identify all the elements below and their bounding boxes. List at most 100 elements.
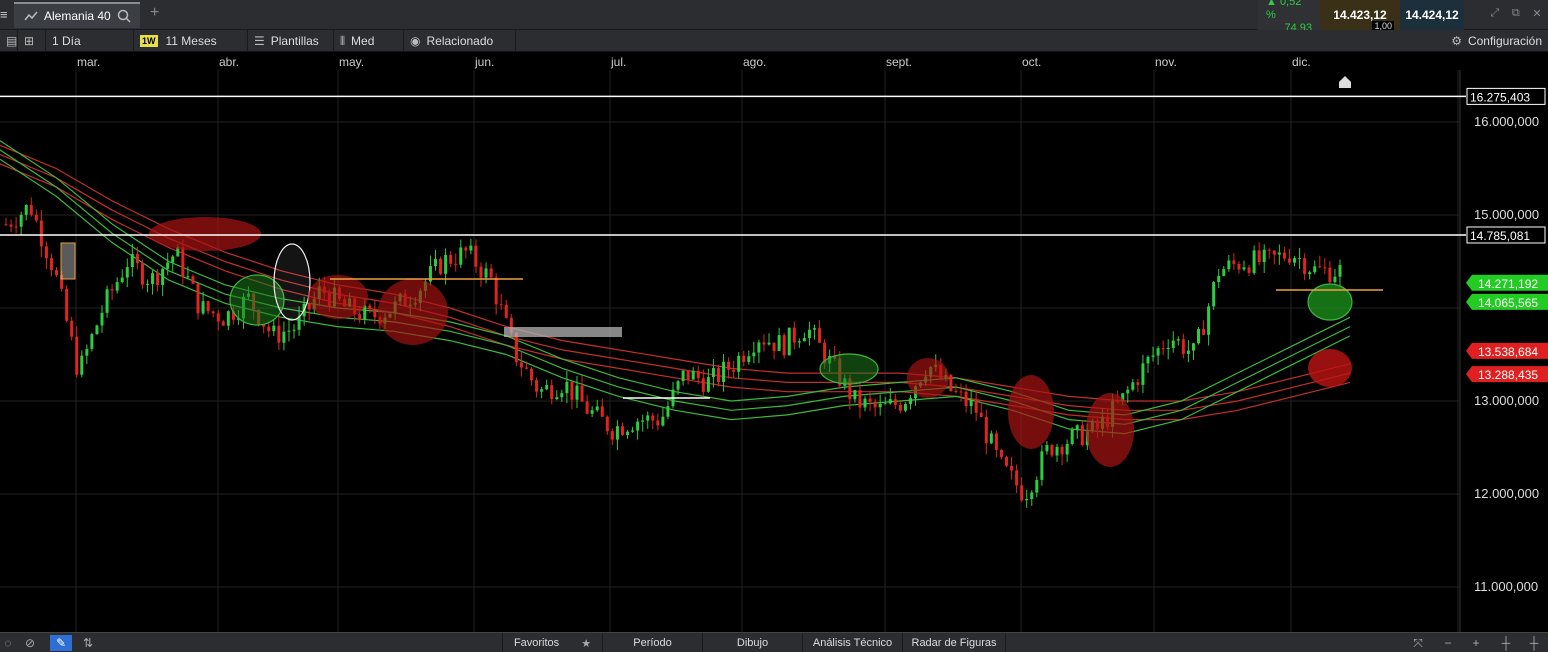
sell-price: 14.423,12 [1333, 8, 1387, 22]
settings-button[interactable]: ⚙ Configuración [1451, 30, 1542, 52]
green-zone-ellipse[interactable] [819, 353, 879, 385]
candle-body [641, 420, 645, 422]
candle-body [615, 426, 619, 440]
buy-price-button[interactable]: 14.424,12 [1400, 0, 1464, 30]
month-label-7: oct. [1022, 55, 1041, 69]
candle-body [4, 224, 8, 226]
candle-body [600, 406, 604, 417]
price-tag-label-2: 13.538,684 [1478, 345, 1538, 359]
candle-body [115, 282, 119, 291]
favorites-tab[interactable]: Favoritos ★ [502, 633, 602, 652]
period-tab[interactable]: Período [602, 633, 702, 652]
technical-analysis-tab[interactable]: Análisis Técnico [802, 633, 902, 652]
candle-body [444, 254, 448, 274]
chart-canvas[interactable]: mar. abr. may. jun. jul. ago. sept. oct. nov. dic… [0, 52, 1548, 632]
search-icon[interactable] [117, 9, 131, 23]
red-zone-ellipse[interactable] [907, 358, 949, 398]
candle-body [1166, 347, 1170, 350]
candle-body [565, 381, 569, 394]
candle-body [590, 410, 594, 414]
candle-body [514, 332, 518, 363]
candle-body [893, 399, 897, 405]
candle-body [105, 289, 109, 313]
candle-body [1030, 492, 1034, 499]
close-icon[interactable]: ✕ [1532, 7, 1541, 23]
zoom-out-icon[interactable]: − [1440, 635, 1456, 651]
candle-body [1065, 443, 1069, 455]
related-button[interactable]: ◉ Relacionado [404, 30, 516, 52]
white-zone-ellipse[interactable] [273, 243, 311, 321]
pattern-radar-tab[interactable]: Radar de Figuras [902, 633, 1006, 652]
candle-body [979, 412, 983, 417]
add-tab-button[interactable]: + [150, 4, 159, 22]
crosshair-alt-icon[interactable]: ┼ [1526, 635, 1542, 651]
candle-body [1191, 343, 1195, 351]
candle-body [1171, 340, 1175, 348]
candle-body [595, 406, 599, 411]
candle-body [691, 370, 695, 380]
candle-body [636, 421, 640, 431]
candle-body [722, 361, 726, 382]
candle-body [661, 416, 665, 426]
range-select[interactable]: 1W 11 Meses [134, 30, 248, 52]
crosshair-icon[interactable]: ┼ [1498, 635, 1514, 651]
red-zone-ellipse[interactable] [1308, 349, 1352, 387]
pen-icon[interactable]: ✎ [50, 635, 72, 651]
candle-body [524, 367, 528, 369]
fit-icon[interactable]: ⤧ [1410, 635, 1426, 651]
red-zone-ellipse[interactable] [149, 217, 261, 251]
candle-body [530, 368, 534, 381]
red-zone-ellipse[interactable] [1086, 393, 1134, 467]
candle-body [858, 390, 862, 408]
green-moving-average-2 [0, 158, 1351, 435]
highlight-box[interactable] [60, 242, 76, 280]
candle-body [716, 368, 720, 382]
home-marker-icon[interactable] [1339, 76, 1351, 88]
candle-body [196, 283, 200, 314]
sort-icon[interactable]: ⇅ [80, 635, 96, 651]
candle-body [1293, 258, 1297, 263]
gray-zone-box[interactable] [504, 327, 622, 337]
instrument-tab[interactable]: Alemania 40 [14, 2, 140, 28]
candle-body [560, 393, 564, 398]
candle-body [651, 415, 655, 421]
sell-price-button[interactable]: 14.423,12 1,00 [1320, 0, 1400, 31]
candle-body [1247, 267, 1251, 273]
candle-body [1318, 266, 1322, 268]
layout-grid-icon[interactable]: ⊞ [18, 30, 46, 52]
popout-icon[interactable]: ⧉ [1512, 7, 1520, 23]
red-zone-ellipse[interactable] [378, 279, 448, 345]
expand-icon[interactable]: ⤢ [1490, 7, 1499, 23]
price-chart[interactable]: mar. abr. may. jun. jul. ago. sept. oct. nov. dic… [0, 52, 1548, 632]
bottom-bar: ◌ ⊘ ✎ ⇅ Favoritos ★ Período Dibujo Análi… [0, 632, 1548, 652]
y-tick-label-2: 13.000,000 [1474, 393, 1539, 408]
layout-list-icon[interactable]: ▤ [0, 30, 18, 52]
candle-body [1080, 425, 1084, 446]
candle-body [1020, 485, 1024, 501]
interval-select[interactable]: 1 Día [46, 30, 134, 52]
candle-body [166, 262, 170, 269]
candle-body [1186, 350, 1190, 354]
candle-body [898, 404, 902, 411]
y-tick-label-4: 11.000,000 [1474, 579, 1538, 594]
refresh-icon[interactable]: ◌ [0, 635, 16, 651]
candle-body [1262, 249, 1266, 263]
drawing-tab[interactable]: Dibujo [702, 633, 802, 652]
candle-body [434, 258, 438, 267]
templates-button[interactable]: ☰ Plantillas [248, 30, 334, 52]
candle-body [1075, 425, 1079, 430]
menu-icon[interactable]: ≡ [0, 7, 10, 23]
red-zone-ellipse[interactable] [308, 275, 368, 319]
candle-body [125, 267, 129, 278]
indicator-button[interactable]: ⫴ Med [334, 30, 404, 52]
cancel-icon[interactable]: ⊘ [22, 635, 38, 651]
chart-toolbar: ▤ ⊞ 1 Día 1W 11 Meses ☰ Plantillas ⫴ Med… [0, 30, 1548, 52]
candle-body [903, 404, 907, 411]
candle-body [1146, 356, 1150, 364]
red-zone-ellipse[interactable] [1008, 375, 1054, 449]
candle-body [802, 338, 806, 342]
zoom-in-icon[interactable]: + [1468, 635, 1484, 651]
candle-body [696, 370, 700, 379]
candle-body [1161, 348, 1165, 350]
candle-body [1222, 269, 1226, 276]
